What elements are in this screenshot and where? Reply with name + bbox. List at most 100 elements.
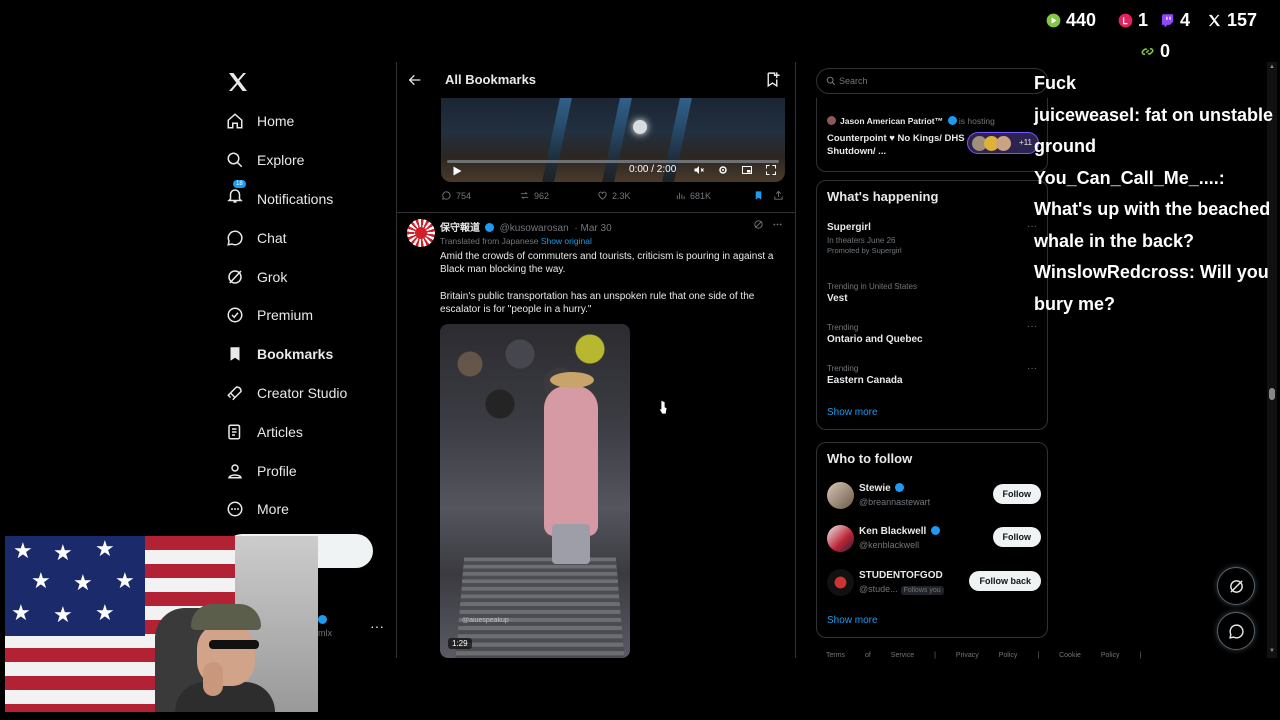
avatar[interactable]: [827, 482, 854, 509]
nav-item-more[interactable]: More: [220, 490, 390, 529]
footer-links[interactable]: Terms of Service | Privacy Policy | Cook…: [826, 652, 1141, 659]
nav-label-explore: Explore: [257, 152, 305, 169]
flag-star-icon: ★: [53, 602, 73, 627]
account-verified-icon: [318, 615, 327, 624]
account-more-button[interactable]: ···: [370, 618, 384, 634]
tweet-top-icons: [753, 219, 783, 230]
live-space-card[interactable]: Jason American Patriot™ is hosting Count…: [816, 98, 1048, 172]
video-frame-detail: [542, 98, 572, 182]
page-title: All Bookmarks: [445, 72, 537, 87]
video-frame-light: [633, 120, 647, 134]
flag-star-icon: ★: [11, 600, 31, 625]
who-to-follow-panel: Who to follow Stewie @breannastewart Fol…: [816, 442, 1048, 638]
views-count: 681K: [690, 190, 712, 201]
suggestion-name-text: Stewie: [859, 483, 891, 494]
x-viewer-stat: 157: [1207, 10, 1257, 31]
reply-count: 754: [456, 190, 472, 201]
follow-suggestion[interactable]: Stewie @breannastewart Follow: [827, 480, 1041, 512]
nav-item-profile[interactable]: Profile: [220, 451, 390, 490]
space-listeners-pill[interactable]: +11: [967, 132, 1039, 154]
tweet-author-avatar[interactable]: [407, 219, 435, 247]
picture-in-picture-icon[interactable]: [741, 164, 753, 176]
nav-label-premium: Premium: [257, 307, 314, 324]
nav-label-creator-studio: Creator Studio: [257, 384, 348, 401]
trends-show-more-link[interactable]: Show more: [827, 407, 878, 418]
grok-icon[interactable]: [753, 219, 764, 230]
articles-icon: [228, 424, 241, 440]
messages-floating-button[interactable]: [1217, 612, 1255, 650]
trend-meta: Trending: [827, 323, 859, 332]
nav-item-chat[interactable]: Chat: [220, 218, 390, 257]
space-host-name: Jason American Patriot™: [840, 116, 944, 126]
follow-button[interactable]: Follow: [992, 484, 1041, 504]
follows-you-badge: Follows you: [900, 586, 944, 595]
trend-item[interactable]: Supergirl In theaters June 26 Promoted b…: [827, 221, 1037, 255]
reply-action[interactable]: 754: [441, 190, 471, 201]
tweet-author-name[interactable]: 保守報道: [440, 223, 480, 234]
avatar[interactable]: [827, 525, 854, 552]
follow-suggestion[interactable]: Ken Blackwell @kenblackwell Follow: [827, 523, 1041, 555]
stream-stats: 440 1 4 157 0: [1040, 10, 1270, 66]
show-original-link[interactable]: Show original: [541, 236, 592, 246]
follow-suggestion[interactable]: STUDENTOFGOD @stude... Follows you Follow…: [827, 567, 1041, 599]
other-viewer-count: 1: [1138, 10, 1149, 30]
nav-item-articles[interactable]: Articles: [220, 412, 390, 451]
suggestion-handle: @breannastewart: [859, 497, 931, 507]
play-icon[interactable]: [451, 165, 463, 177]
nav-item-notifications[interactable]: 18 Notifications: [220, 180, 390, 219]
video-progress-bar[interactable]: [447, 160, 779, 163]
trend-item[interactable]: Trending Eastern Canada: [827, 363, 1037, 388]
trend-item[interactable]: Trending in United States Vest: [827, 281, 1037, 306]
nav-item-explore[interactable]: Explore: [220, 141, 390, 180]
share-action[interactable]: [773, 190, 784, 201]
bookmark-action[interactable]: [753, 190, 764, 201]
volume-muted-icon[interactable]: [693, 164, 705, 176]
tweet-divider: [397, 212, 795, 213]
back-arrow-icon[interactable]: [407, 72, 423, 88]
webcam-person-cap: [191, 604, 261, 630]
settings-gear-icon[interactable]: [717, 164, 729, 176]
webcam-person: [175, 604, 275, 712]
search-box[interactable]: [816, 68, 1048, 94]
rumble-play-icon: [1046, 13, 1061, 28]
more-dots-icon[interactable]: [772, 219, 783, 230]
webcam-person-glasses: [209, 640, 259, 649]
views-action[interactable]: 681K: [675, 190, 711, 201]
nav-item-grok[interactable]: Grok: [220, 257, 390, 296]
follow-back-button[interactable]: Follow back: [969, 571, 1041, 591]
follow-show-more-link[interactable]: Show more: [827, 615, 878, 626]
nav-item-creator-studio[interactable]: Creator Studio: [220, 374, 390, 413]
scroll-down-icon[interactable]: ▼: [1269, 648, 1275, 654]
x-logo-icon[interactable]: [226, 70, 250, 94]
follow-button[interactable]: Follow: [992, 527, 1041, 547]
search-input[interactable]: [839, 74, 1039, 88]
premium-icon: [227, 307, 243, 323]
suggestion-name: STUDENTOFGOD: [859, 570, 943, 581]
chat-message: WinslowRedcross: Will you bury me?: [1034, 262, 1269, 314]
avatar[interactable]: [827, 569, 854, 596]
trend-item[interactable]: Trending Ontario and Quebec: [827, 322, 1037, 347]
trend-name: Supergirl: [827, 222, 871, 233]
repost-action[interactable]: 962: [519, 190, 549, 201]
nav-item-home[interactable]: Home: [220, 102, 390, 141]
tweet-video[interactable]: @aiuespeakup 1:29: [440, 324, 630, 658]
like-action[interactable]: 2.3K: [597, 190, 631, 201]
bookmark-filled-icon: [755, 191, 762, 200]
nav-label-profile: Profile: [257, 462, 297, 479]
tweet-text-paragraph-2: Britain's public transportation has an u…: [440, 291, 755, 315]
translated-label: Translated from Japanese: [440, 236, 539, 246]
scrollbar-thumb[interactable]: [1269, 388, 1275, 400]
more-circle-icon: [227, 501, 243, 517]
nav-item-bookmarks[interactable]: Bookmarks: [220, 335, 390, 374]
video-time: 0:00 / 2:00: [629, 164, 677, 175]
space-hosting-label: is hosting: [958, 116, 995, 126]
new-folder-icon[interactable]: [764, 71, 781, 88]
grok-floating-button[interactable]: [1217, 567, 1255, 605]
nav-item-premium[interactable]: Premium: [220, 296, 390, 335]
video-player[interactable]: 0:00 / 2:00: [441, 98, 785, 182]
suggestion-handle-text: @stude...: [859, 584, 898, 594]
tweet-date[interactable]: · Mar 30: [574, 223, 611, 234]
fullscreen-icon[interactable]: [765, 164, 777, 176]
space-title: Counterpoint ♥ No Kings/ DHS Shutdown/ .…: [827, 133, 965, 157]
tweet-author-handle[interactable]: @kusowarosan: [500, 223, 569, 234]
